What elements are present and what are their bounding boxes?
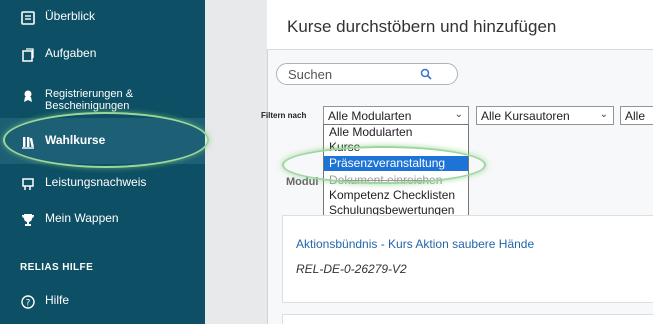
dropdown-option[interactable]: Alle Modularten [324, 125, 468, 140]
content-gutter [205, 0, 267, 324]
select-value: Alle [625, 109, 646, 123]
sidebar-item-mein-wappen[interactable]: Mein Wappen [20, 212, 119, 228]
dropdown-option-selected[interactable]: Präsenzveranstaltung [324, 156, 468, 171]
select-value: Alle Modularten [328, 109, 412, 123]
dropdown-option[interactable]: Kurse [324, 140, 468, 155]
course-author-select[interactable]: Alle Kursautoren ⌄ [476, 106, 614, 125]
search-input[interactable]: Suchen [276, 63, 458, 85]
search-placeholder: Suchen [288, 67, 333, 82]
sidebar-item-leistungsnachweis[interactable]: Leistungsnachweis [20, 176, 146, 192]
filter-label: Filtern nach [261, 111, 307, 120]
course-card [282, 215, 653, 303]
sidebar-item-label: Hilfe [45, 293, 70, 307]
search-icon[interactable] [420, 67, 432, 85]
sidebar-item-hilfe[interactable]: ? Hilfe [20, 294, 69, 310]
module-type-dropdown[interactable]: Alle Modularten Kurse Präsenzveranstaltu… [323, 124, 469, 221]
trophy-icon [20, 212, 36, 228]
tasks-icon [20, 47, 36, 63]
course-title-link[interactable]: Aktionsbündnis - Kurs Aktion saubere Hän… [296, 237, 534, 251]
library-icon [20, 134, 36, 150]
sidebar-item-label: Registrierungen & Bescheinigungen [45, 88, 134, 112]
sidebar-item-label: Aufgaben [45, 46, 97, 60]
sidebar-item-label: Leistungsnachweis [45, 175, 147, 189]
chevron-down-icon: ⌄ [454, 109, 463, 120]
sidebar-item-registrierungen[interactable]: Registrierungen & Bescheinigungen [20, 88, 155, 112]
registration-icon [20, 88, 36, 104]
module-type-select[interactable]: Alle Modularten ⌄ [323, 106, 469, 125]
sidebar-item-ueberblick[interactable]: Überblick [20, 10, 95, 26]
dashboard-icon [20, 10, 36, 26]
page-title: Kurse durchstöbern und hinzufügen [287, 17, 557, 36]
sidebar-item-label: Wahlkurse [45, 133, 106, 147]
svg-text:?: ? [26, 299, 31, 309]
sidebar-section-label: RELIAS HILFE [20, 262, 94, 273]
dropdown-option[interactable]: Kompetenz Checklisten [324, 188, 468, 203]
help-icon: ? [20, 294, 36, 310]
course-code: REL-DE-0-26279-V2 [296, 262, 407, 276]
certificate-icon [20, 176, 36, 192]
course-card [282, 314, 653, 324]
modul-label: Modul [286, 176, 319, 188]
dropdown-option[interactable]: Dokument einreichen [324, 173, 468, 188]
sidebar-item-wahlkurse[interactable]: Wahlkurse [20, 134, 105, 150]
select-value: Alle Kursautoren [481, 109, 570, 123]
sidebar-item-label: Überblick [45, 9, 96, 23]
chevron-down-icon: ⌄ [599, 109, 608, 120]
sidebar-item-label: Mein Wappen [45, 211, 119, 225]
sidebar-item-aufgaben[interactable]: Aufgaben [20, 47, 96, 63]
third-filter-select[interactable]: Alle [620, 106, 653, 125]
